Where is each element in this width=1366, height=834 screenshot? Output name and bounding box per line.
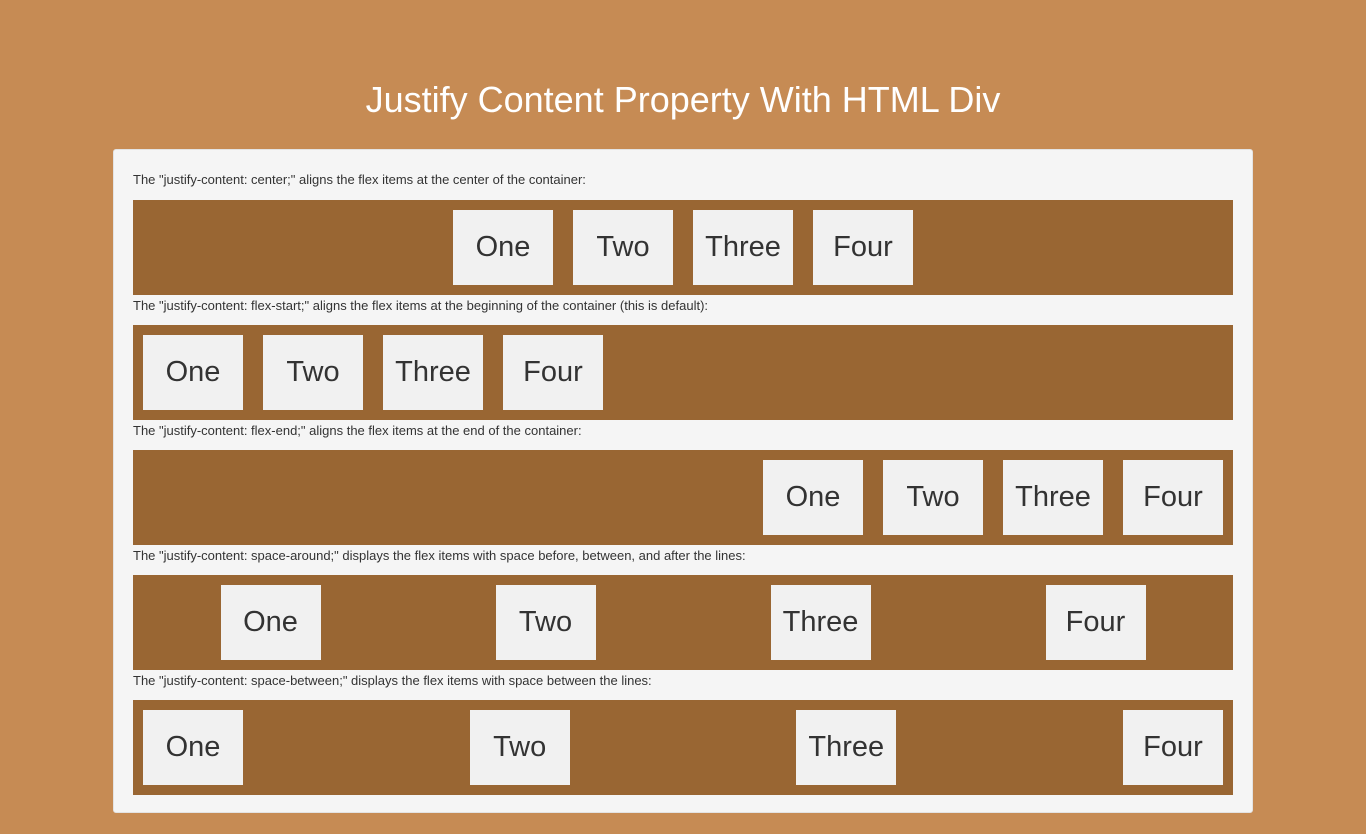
flex-item: Three: [693, 210, 793, 285]
flex-item: Four: [1045, 585, 1146, 660]
flex-container-flex-end: One Two Three Four: [133, 450, 1233, 545]
flex-item: One: [220, 585, 321, 660]
flex-item: One: [453, 210, 553, 285]
flex-item: One: [763, 460, 863, 535]
section-description-flex-start: The "justify-content: flex-start;" align…: [133, 298, 709, 313]
flex-item: Three: [383, 335, 483, 410]
flex-item: Two: [883, 460, 983, 535]
flex-item: Two: [263, 335, 363, 410]
page-title: Justify Content Property With HTML Div: [365, 79, 1001, 120]
flex-item: Four: [1123, 460, 1223, 535]
flex-item: Three: [770, 585, 871, 660]
flex-item: One: [143, 710, 243, 785]
flex-container-space-around: One Two Three Four: [133, 575, 1233, 670]
flex-item: Two: [495, 585, 596, 660]
flex-item: Three: [796, 710, 897, 785]
flex-item: Two: [469, 710, 570, 785]
flex-item: Two: [573, 210, 673, 285]
section-description-center: The "justify-content: center;" aligns th…: [133, 172, 586, 187]
section-description-flex-end: The "justify-content: flex-end;" aligns …: [133, 423, 582, 438]
flex-item: Four: [813, 210, 913, 285]
demo-card: The "justify-content: center;" aligns th…: [113, 149, 1253, 813]
flex-item: Four: [1122, 710, 1223, 785]
flex-container-space-between: One Two Three Four: [133, 700, 1233, 795]
section-description-space-around: The "justify-content: space-around;" dis…: [133, 548, 746, 563]
section-description-space-between: The "justify-content: space-between;" di…: [133, 673, 652, 688]
flex-item: Four: [503, 335, 603, 410]
flex-container-center: One Two Three Four: [133, 200, 1233, 295]
flex-item: One: [143, 335, 243, 410]
flex-item: Three: [1003, 460, 1103, 535]
flex-container-flex-start: One Two Three Four: [133, 325, 1233, 420]
